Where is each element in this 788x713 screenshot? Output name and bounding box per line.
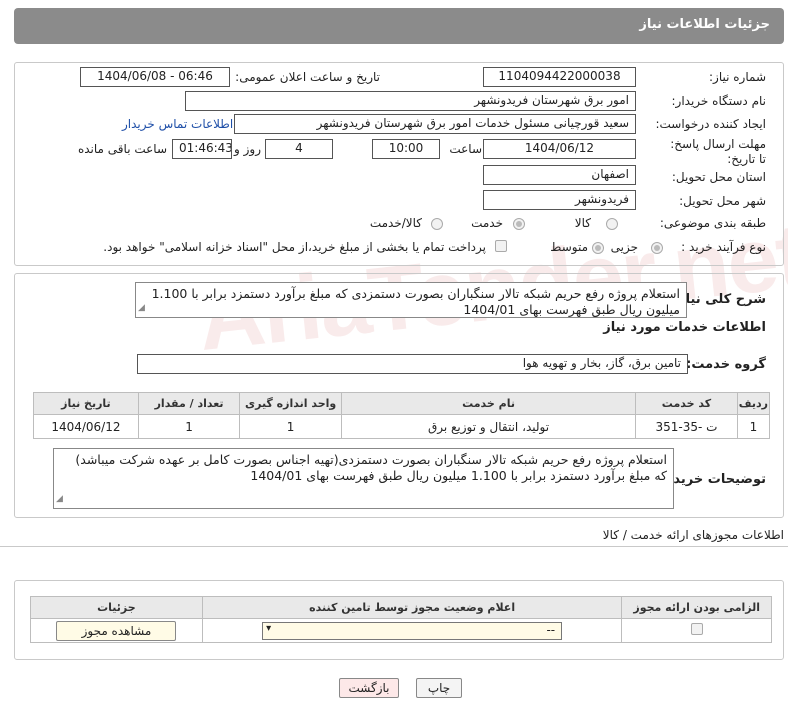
- announce-datetime-label: تاریخ و ساعت اعلان عمومی:: [235, 70, 380, 84]
- category-option-service: خدمت: [471, 216, 503, 230]
- col-service-code: کد خدمت: [635, 392, 738, 415]
- cell-quantity: 1: [137, 414, 241, 439]
- requester-field: سعید قورچیانی مسئول خدمات امور برق شهرست…: [234, 114, 636, 134]
- process-option-minor: جزیی: [610, 240, 638, 254]
- deadline-time-field: 10:00: [372, 139, 440, 159]
- resize-handle-icon[interactable]: ◢: [138, 300, 145, 316]
- cell-permit-status: -- ▾: [201, 618, 623, 643]
- treasury-payment-checkbox[interactable]: [495, 240, 507, 252]
- category-label: طبقه بندی موضوعی:: [659, 216, 766, 230]
- deadline-label: مهلت ارسال پاسخ: تا تاریخ:: [666, 137, 766, 167]
- page-header: جزئیات اطلاعات نیاز: [14, 8, 784, 44]
- process-radio-medium[interactable]: [592, 242, 604, 254]
- deadline-label-text: مهلت ارسال پاسخ: تا تاریخ:: [670, 137, 766, 166]
- announce-datetime-field: 1404/06/08 - 06:46: [80, 67, 230, 87]
- back-button[interactable]: بازگشت: [339, 678, 399, 698]
- category-radio-service[interactable]: [513, 218, 525, 230]
- view-permit-button[interactable]: مشاهده مجوز: [56, 620, 177, 641]
- page-title: جزئیات اطلاعات نیاز: [639, 17, 770, 32]
- remaining-days-label: روز و: [234, 142, 261, 156]
- permits-divider: [0, 546, 788, 547]
- process-label: نوع فرآیند خرید :: [681, 240, 766, 254]
- province-field: اصفهان: [483, 165, 636, 185]
- service-group-label: گروه خدمت:: [686, 357, 766, 372]
- resize-handle-icon[interactable]: ◢: [56, 491, 63, 507]
- buyer-contact-link[interactable]: اطلاعات تماس خریدار: [122, 117, 233, 131]
- service-group-field: تامین برق، گاز، بخار و تهویه هوا: [137, 354, 688, 374]
- city-field: فریدونشهر: [483, 190, 636, 210]
- cell-row: 1: [736, 414, 771, 439]
- print-button[interactable]: چاپ: [416, 678, 462, 698]
- chevron-down-icon: ▾: [266, 622, 272, 634]
- cell-service-name: تولید، انتقال و توزیع برق: [340, 414, 637, 439]
- treasury-payment-note: پرداخت تمام یا بخشی از مبلغ خرید،از محل …: [103, 240, 486, 254]
- requester-label: ایجاد کننده درخواست:: [655, 117, 766, 131]
- buyer-notes-textarea[interactable]: استعلام پروژه رفع حریم شبکه تالار سنگبار…: [53, 448, 674, 509]
- category-radio-goods-service[interactable]: [431, 218, 443, 230]
- description-textarea[interactable]: استعلام پروژه رفع حریم شبکه تالار سنگبار…: [135, 282, 687, 318]
- province-label: استان محل تحویل:: [671, 170, 766, 184]
- remaining-time-field: 01:46:43: [172, 139, 232, 159]
- permit-status-select[interactable]: -- ▾: [262, 621, 563, 640]
- city-label: شهر محل تحویل:: [679, 194, 766, 208]
- process-radio-minor[interactable]: [651, 242, 663, 254]
- buyer-org-label: نام دستگاه خریدار:: [671, 94, 767, 108]
- deadline-date-field: 1404/06/12: [483, 139, 636, 159]
- buyer-org-field: امور برق شهرستان فریدونشهر: [185, 91, 636, 111]
- permits-table-header: الزامی بودن ارائه مجوز اعلام وضعیت مجوز …: [30, 596, 772, 619]
- services-table: ردیف کد خدمت نام خدمت واحد اندازه گیری ت…: [33, 392, 771, 439]
- col-row: ردیف: [736, 392, 771, 415]
- services-table-header: ردیف کد خدمت نام خدمت واحد اندازه گیری ت…: [33, 392, 771, 415]
- process-option-medium: متوسط: [550, 240, 588, 254]
- permit-status-value: --: [546, 622, 556, 637]
- need-number-field: 1104094422000038: [483, 67, 636, 87]
- col-permit-status: اعلام وضعیت مجوز توسط تامین کننده: [201, 596, 623, 619]
- cell-permit-details: مشاهده مجوز: [30, 618, 203, 643]
- table-row: -- ▾ مشاهده مجوز: [30, 618, 772, 643]
- cell-unit: 1: [239, 414, 342, 439]
- col-quantity: تعداد / مقدار: [137, 392, 241, 415]
- need-number-label: شماره نیاز:: [709, 70, 766, 84]
- permits-table: الزامی بودن ارائه مجوز اعلام وضعیت مجوز …: [30, 596, 772, 643]
- col-permit-details: جزئیات: [30, 596, 203, 619]
- category-option-goods-service: کالا/خدمت: [369, 216, 422, 230]
- table-row: 1 ت -35-351 تولید، انتقال و توزیع برق 1 …: [33, 414, 771, 439]
- remaining-time-label: ساعت باقی مانده: [77, 142, 167, 156]
- cell-need-date: 1404/06/12: [33, 414, 139, 439]
- category-radio-goods[interactable]: [606, 218, 618, 230]
- description-text: استعلام پروژه رفع حریم شبکه تالار سنگبار…: [151, 286, 680, 317]
- col-service-name: نام خدمت: [340, 392, 637, 415]
- remaining-days-field: 4: [265, 139, 333, 159]
- cell-service-code: ت -35-351: [635, 414, 738, 439]
- col-permit-required: الزامی بودن ارائه مجوز: [621, 596, 772, 619]
- col-unit: واحد اندازه گیری: [239, 392, 342, 415]
- permit-required-checkbox[interactable]: [690, 623, 703, 635]
- buyer-notes-text: استعلام پروژه رفع حریم شبکه تالار سنگبار…: [75, 452, 667, 483]
- permits-section-title: اطلاعات مجوزهای ارائه خدمت / کالا: [602, 528, 784, 542]
- cell-permit-required: [621, 618, 772, 643]
- category-option-goods: کالا: [574, 216, 591, 230]
- col-need-date: تاریخ نیاز: [33, 392, 139, 415]
- deadline-time-label: ساعت: [449, 142, 482, 156]
- services-section-title: اطلاعات خدمات مورد نیاز: [603, 320, 766, 335]
